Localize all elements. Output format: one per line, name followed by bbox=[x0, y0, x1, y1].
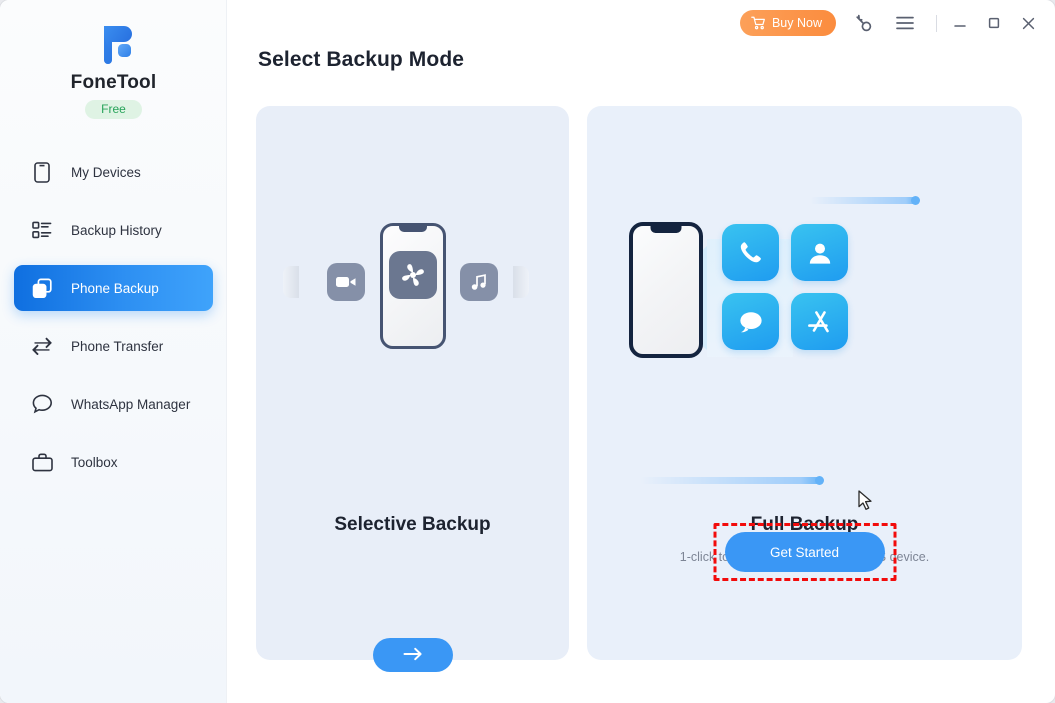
app-window: FoneTool Free My Devices Backup History … bbox=[0, 0, 1055, 703]
edge-tile-right bbox=[513, 266, 529, 298]
sidebar-item-label: My Devices bbox=[71, 164, 141, 180]
sidebar: FoneTool Free My Devices Backup History … bbox=[0, 0, 227, 703]
mouse-pointer-icon bbox=[858, 490, 874, 517]
edge-tile-left bbox=[283, 266, 299, 298]
get-started-button[interactable]: Get Started bbox=[724, 532, 885, 572]
sidebar-item-label: Phone Transfer bbox=[71, 338, 164, 354]
page-title: Select Backup Mode bbox=[258, 48, 465, 71]
chat-bubble-icon bbox=[31, 393, 53, 415]
messages-icon bbox=[722, 293, 779, 350]
phone-notch bbox=[650, 226, 682, 233]
minimize-icon[interactable] bbox=[943, 8, 977, 38]
edition-badge: Free bbox=[85, 100, 142, 119]
sidebar-item-toolbox[interactable]: Toolbox bbox=[14, 439, 213, 485]
hamburger-menu-icon[interactable] bbox=[890, 8, 920, 38]
card-title: Selective Backup bbox=[334, 514, 491, 535]
header-divider bbox=[936, 14, 937, 32]
sidebar-item-whatsapp-manager[interactable]: WhatsApp Manager bbox=[14, 381, 213, 427]
list-icon bbox=[31, 219, 53, 241]
sidebar-item-backup-history[interactable]: Backup History bbox=[14, 207, 213, 253]
sidebar-item-label: WhatsApp Manager bbox=[71, 396, 191, 412]
fonetool-logo-icon bbox=[90, 20, 138, 66]
decorative-bar-top bbox=[810, 196, 920, 205]
phone-illustration bbox=[629, 222, 703, 358]
sidebar-item-my-devices[interactable]: My Devices bbox=[14, 149, 213, 195]
copy-icon bbox=[31, 277, 53, 299]
phone-notch bbox=[398, 225, 427, 232]
shopping-cart-icon bbox=[751, 16, 766, 30]
sidebar-item-label: Phone Backup bbox=[71, 280, 159, 296]
app-name: FoneTool bbox=[70, 72, 157, 93]
sidebar-item-phone-transfer[interactable]: Phone Transfer bbox=[14, 323, 213, 369]
decorative-bar-bottom bbox=[640, 476, 824, 485]
phone-icon bbox=[31, 161, 53, 183]
sidebar-item-label: Toolbox bbox=[71, 454, 118, 470]
maximize-icon[interactable] bbox=[977, 8, 1011, 38]
close-icon[interactable] bbox=[1011, 8, 1045, 38]
music-icon bbox=[460, 263, 498, 301]
title-bar: Buy Now bbox=[227, 0, 1055, 46]
sidebar-item-phone-backup[interactable]: Phone Backup bbox=[14, 265, 213, 311]
sidebar-item-label: Backup History bbox=[71, 222, 162, 238]
card-full-backup[interactable]: Full Backup 1-click to backup all data o… bbox=[587, 106, 1022, 660]
card-selective-backup[interactable]: Selective Backup bbox=[256, 106, 569, 672]
buy-now-button[interactable]: Buy Now bbox=[739, 10, 836, 36]
transfer-icon bbox=[31, 335, 53, 357]
full-backup-illustration bbox=[587, 186, 1022, 486]
phone-call-icon bbox=[722, 224, 779, 281]
contacts-icon bbox=[791, 224, 848, 281]
app-icon-grid bbox=[722, 224, 848, 350]
video-icon bbox=[327, 263, 365, 301]
briefcase-icon bbox=[31, 451, 53, 473]
buy-now-label: Buy Now bbox=[771, 16, 822, 30]
fan-icon bbox=[388, 251, 437, 299]
arrow-right-icon bbox=[403, 647, 423, 664]
selective-backup-illustration bbox=[256, 206, 569, 371]
app-store-icon bbox=[791, 293, 848, 350]
sidebar-nav: My Devices Backup History Phone Backup P… bbox=[0, 149, 227, 497]
app-branding: FoneTool Free bbox=[0, 20, 227, 119]
selective-backup-arrow-button[interactable] bbox=[372, 638, 453, 672]
key-icon[interactable] bbox=[848, 8, 878, 38]
